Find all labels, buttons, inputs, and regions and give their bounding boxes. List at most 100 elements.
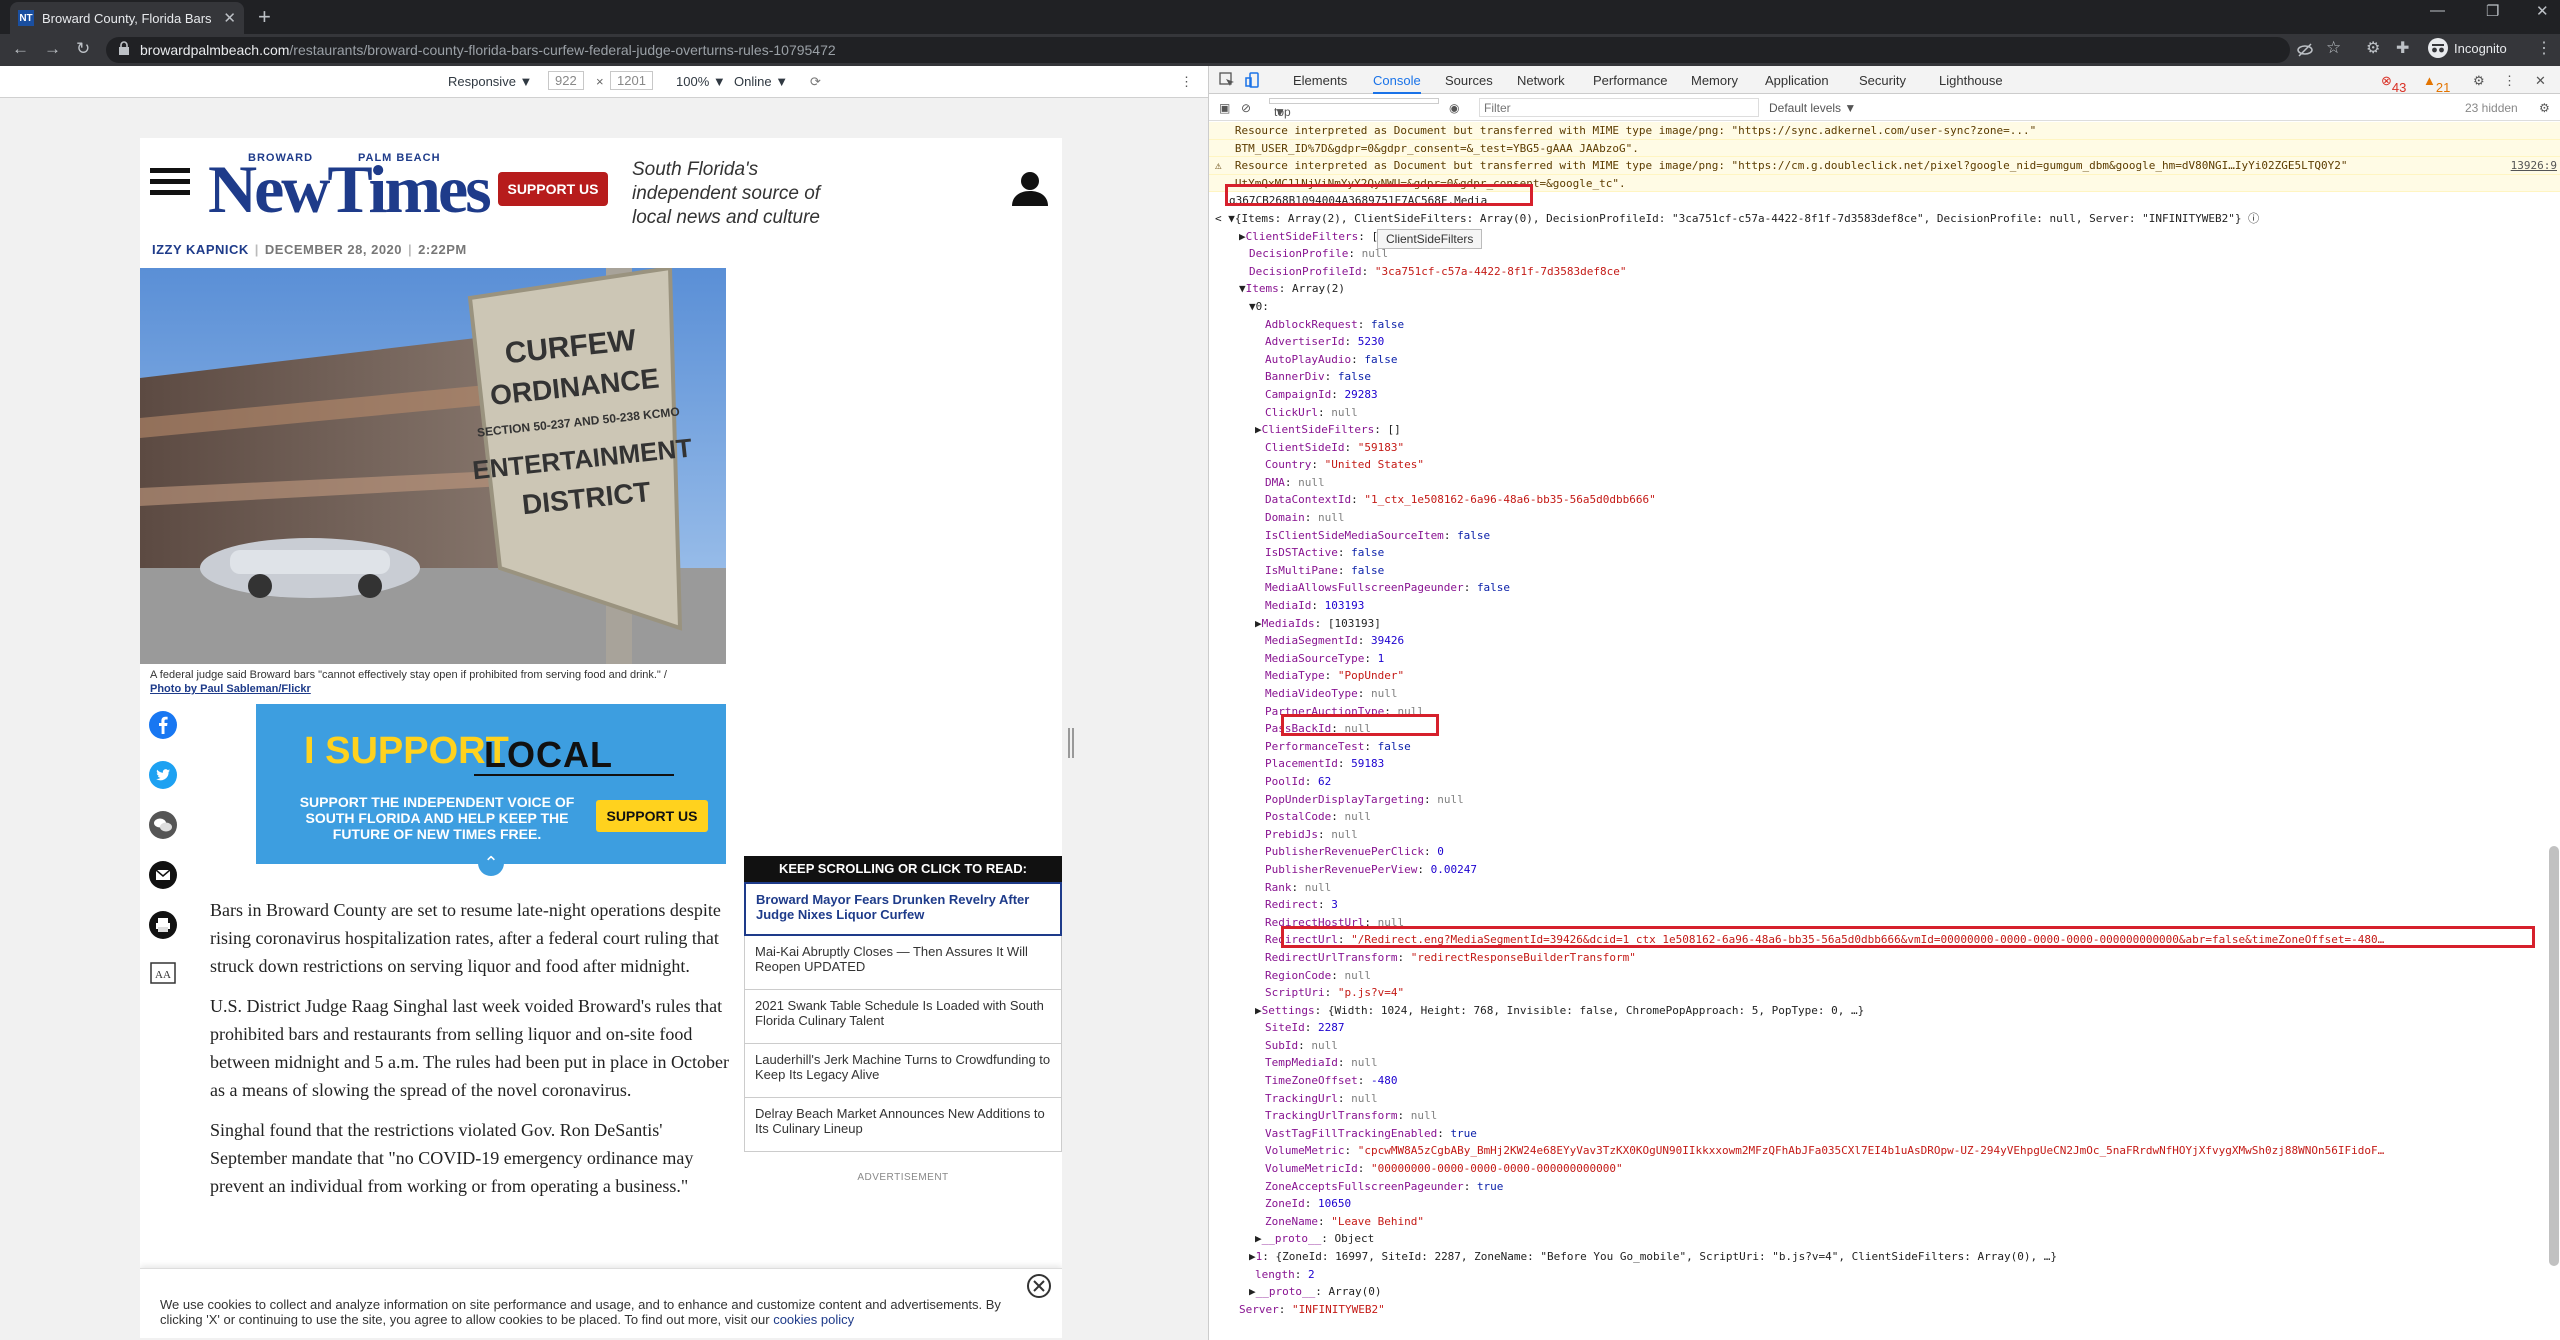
console-line[interactable]: PlacementId: 59183: [1209, 755, 2560, 773]
viewport-height-input[interactable]: 1201: [610, 71, 653, 90]
console-line[interactable]: ScriptUri: "p.js?v=4": [1209, 984, 2560, 1002]
console-line[interactable]: PrebidJs: null: [1209, 826, 2560, 844]
comment-icon[interactable]: [148, 810, 178, 840]
tab-network[interactable]: Network: [1517, 73, 1565, 88]
console-line[interactable]: TimeZoneOffset: -480: [1209, 1072, 2560, 1090]
console-line[interactable]: ▶1: {ZoneId: 16997, SiteId: 2287, ZoneNa…: [1209, 1248, 2560, 1266]
console-line[interactable]: VolumeMetricId: "00000000-0000-0000-0000…: [1209, 1160, 2560, 1178]
console-line[interactable]: Server: "INFINITYWEB2": [1209, 1301, 2560, 1319]
console-line[interactable]: DMA: null: [1209, 474, 2560, 492]
new-tab-button[interactable]: +: [258, 4, 271, 30]
console-line[interactable]: < ▼{Items: Array(2), ClientSideFilters: …: [1209, 210, 2560, 228]
console-line[interactable]: SiteId: 2287: [1209, 1019, 2560, 1037]
console-settings-icon[interactable]: ⚙: [2539, 101, 2550, 115]
banner-support-button[interactable]: SUPPORT US: [596, 800, 708, 832]
console-line[interactable]: ▶__proto__: Object: [1209, 1230, 2560, 1248]
close-cookie-icon[interactable]: [1026, 1273, 1052, 1299]
console-filter-input[interactable]: [1479, 98, 1759, 117]
text-size-icon[interactable]: AA: [148, 958, 178, 988]
console-line[interactable]: MediaType: "PopUnder": [1209, 667, 2560, 685]
console-line[interactable]: TrackingUrlTransform: null: [1209, 1107, 2560, 1125]
console-line[interactable]: ClientSideId: "59183": [1209, 439, 2560, 457]
settings-gear-icon[interactable]: ⚙: [2473, 73, 2485, 89]
forward-icon[interactable]: →: [44, 39, 61, 59]
console-line[interactable]: PoolId: 62: [1209, 773, 2560, 791]
warning-count-icon[interactable]: ▲ 21: [2423, 73, 2450, 95]
console-line[interactable]: Redirect: 3: [1209, 896, 2560, 914]
console-line[interactable]: VastTagFillTrackingEnabled: true: [1209, 1125, 2560, 1143]
tab-security[interactable]: Security: [1859, 73, 1906, 88]
user-account-icon[interactable]: [1010, 168, 1050, 208]
tab-sources[interactable]: Sources: [1445, 73, 1493, 88]
console-line[interactable]: MediaId: 103193: [1209, 597, 2560, 615]
console-scrollbar[interactable]: [2549, 846, 2559, 1266]
address-bar[interactable]: browardpalmbeach.com/restaurants/broward…: [106, 37, 2290, 63]
console-line[interactable]: Domain: null: [1209, 509, 2560, 527]
console-line[interactable]: length: 2: [1209, 1266, 2560, 1284]
console-line[interactable]: IsMultiPane: false: [1209, 562, 2560, 580]
inspect-element-icon[interactable]: [1219, 72, 1235, 88]
back-icon[interactable]: ←: [12, 39, 29, 59]
console-line[interactable]: PopUnderDisplayTargeting: null: [1209, 791, 2560, 809]
incognito-profile[interactable]: Incognito: [2428, 38, 2507, 58]
console-line[interactable]: IsClientSideMediaSourceItem: false: [1209, 527, 2560, 545]
console-line[interactable]: PublisherRevenuePerView: 0.00247: [1209, 861, 2560, 879]
console-line[interactable]: ▼Items: Array(2): [1209, 280, 2560, 298]
site-logo[interactable]: BROWARD PALM BEACH NewTimes: [208, 152, 492, 223]
console-line[interactable]: AdblockRequest: false: [1209, 316, 2560, 334]
console-warning-line[interactable]: Resource interpreted as Document but tra…: [1209, 122, 2560, 140]
cookie-policy-link[interactable]: cookies policy: [773, 1312, 854, 1327]
console-line[interactable]: ClickUrl: null: [1209, 404, 2560, 422]
close-devtools-icon[interactable]: ✕: [2535, 73, 2546, 89]
email-share-icon[interactable]: [148, 860, 178, 890]
console-line[interactable]: ▶ClientSideFilters: []: [1209, 421, 2560, 439]
related-article-link[interactable]: Mai-Kai Abruptly Closes — Then Assures I…: [744, 936, 1062, 990]
tab-elements[interactable]: Elements: [1293, 73, 1347, 88]
extension-icon[interactable]: ⚙: [2366, 38, 2380, 58]
star-icon[interactable]: ☆: [2326, 38, 2341, 58]
restore-icon[interactable]: ❐: [2486, 2, 2499, 20]
photo-credit-link[interactable]: Photo by Paul Sableman/Flickr: [150, 683, 311, 695]
console-line[interactable]: MediaSegmentId: 39426: [1209, 632, 2560, 650]
menu-kebab-icon[interactable]: ⋮: [2536, 38, 2552, 58]
viewport-width-input[interactable]: 922: [548, 71, 584, 90]
console-line[interactable]: MediaVideoType: null: [1209, 685, 2560, 703]
related-article-link[interactable]: 2021 Swank Table Schedule Is Loaded with…: [744, 990, 1062, 1044]
sidebar-toggle-icon[interactable]: ▣: [1219, 101, 1230, 115]
console-source-link[interactable]: 13926:9: [2511, 157, 2557, 175]
console-line[interactable]: IsDSTActive: false: [1209, 544, 2560, 562]
console-line[interactable]: ZoneId: 10650: [1209, 1195, 2560, 1213]
reload-icon[interactable]: ↻: [76, 39, 90, 59]
facebook-share-icon[interactable]: [148, 710, 178, 740]
console-line[interactable]: Rank: null: [1209, 879, 2560, 897]
chevron-up-icon[interactable]: ⌃: [478, 850, 504, 876]
console-line[interactable]: ZoneName: "Leave Behind": [1209, 1213, 2560, 1231]
tab-memory[interactable]: Memory: [1691, 73, 1738, 88]
console-line[interactable]: PublisherRevenuePerClick: 0: [1209, 843, 2560, 861]
browser-tab[interactable]: NT Broward County, Florida Bars Cu ✕: [10, 2, 244, 34]
console-line[interactable]: TempMediaId: null: [1209, 1054, 2560, 1072]
viewport-resize-handle[interactable]: [1068, 728, 1074, 758]
tab-console[interactable]: Console: [1373, 73, 1421, 94]
console-line[interactable]: TrackingUrl: null: [1209, 1090, 2560, 1108]
support-local-banner[interactable]: I SUPPORT LOCAL SUPPORT THE INDEPENDENT …: [256, 704, 726, 876]
console-line[interactable]: SubId: null: [1209, 1037, 2560, 1055]
console-line[interactable]: ▶Settings: {Width: 1024, Height: 768, In…: [1209, 1002, 2560, 1020]
live-expression-eye-icon[interactable]: ◉: [1449, 101, 1459, 115]
console-line[interactable]: RedirectUrlTransform: "redirectResponseB…: [1209, 949, 2560, 967]
console-line[interactable]: RegionCode: null: [1209, 967, 2560, 985]
console-line[interactable]: Country: "United States": [1209, 456, 2560, 474]
console-line[interactable]: PerformanceTest: false: [1209, 738, 2560, 756]
console-line[interactable]: ▼0:: [1209, 298, 2560, 316]
eye-off-icon[interactable]: [2296, 41, 2314, 59]
device-toggle-icon[interactable]: [1245, 72, 1261, 88]
zoom-select[interactable]: 100% ▼: [676, 74, 726, 89]
console-line[interactable]: DataContextId: "1_ctx_1e508162-6a96-48a6…: [1209, 491, 2560, 509]
related-article-link[interactable]: Delray Beach Market Announces New Additi…: [744, 1098, 1062, 1152]
error-count-icon[interactable]: ⊗ 43: [2381, 73, 2406, 95]
console-line[interactable]: VolumeMetric: "cpcwMW8A5zCgbABy_BmHj2KW2…: [1209, 1142, 2560, 1160]
console-line[interactable]: ▶MediaIds: [103193]: [1209, 615, 2560, 633]
console-line[interactable]: BannerDiv: false: [1209, 368, 2560, 386]
console-warning-line[interactable]: ⚠ Resource interpreted as Document but t…: [1209, 157, 2560, 175]
tab-application[interactable]: Application: [1765, 73, 1829, 88]
